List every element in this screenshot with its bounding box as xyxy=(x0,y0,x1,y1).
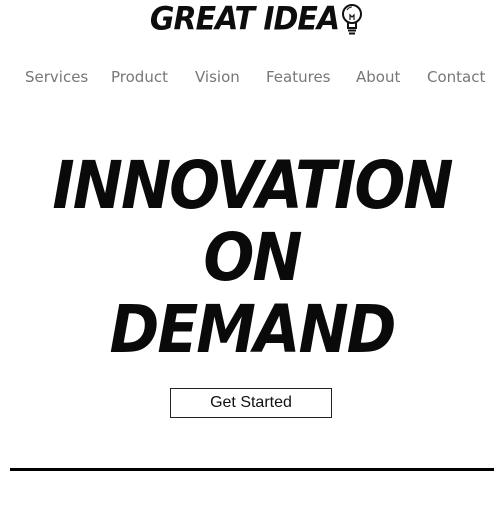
lightbulb-icon xyxy=(342,4,363,35)
nav-item-about[interactable]: About xyxy=(356,66,400,88)
hero-line-2: ON xyxy=(203,219,302,297)
hero-line-1: INNOVATION xyxy=(52,147,453,225)
main-nav: Services Product Vision Features About C… xyxy=(0,66,504,88)
divider xyxy=(10,468,494,471)
hero-heading: INNOVATION ON DEMAND xyxy=(0,148,504,369)
hero-line-3: DEMAND xyxy=(109,291,397,369)
nav-item-features[interactable]: Features xyxy=(266,66,331,88)
site-header: GREAT IDEA xyxy=(0,0,504,40)
logo[interactable]: GREAT IDEA xyxy=(149,0,363,39)
get-started-button[interactable]: Get Started xyxy=(170,388,332,418)
logo-text: GREAT IDEA xyxy=(149,0,340,39)
nav-item-contact[interactable]: Contact xyxy=(427,66,485,88)
nav-item-services[interactable]: Services xyxy=(25,66,88,88)
nav-item-vision[interactable]: Vision xyxy=(195,66,240,88)
nav-item-product[interactable]: Product xyxy=(111,66,168,88)
